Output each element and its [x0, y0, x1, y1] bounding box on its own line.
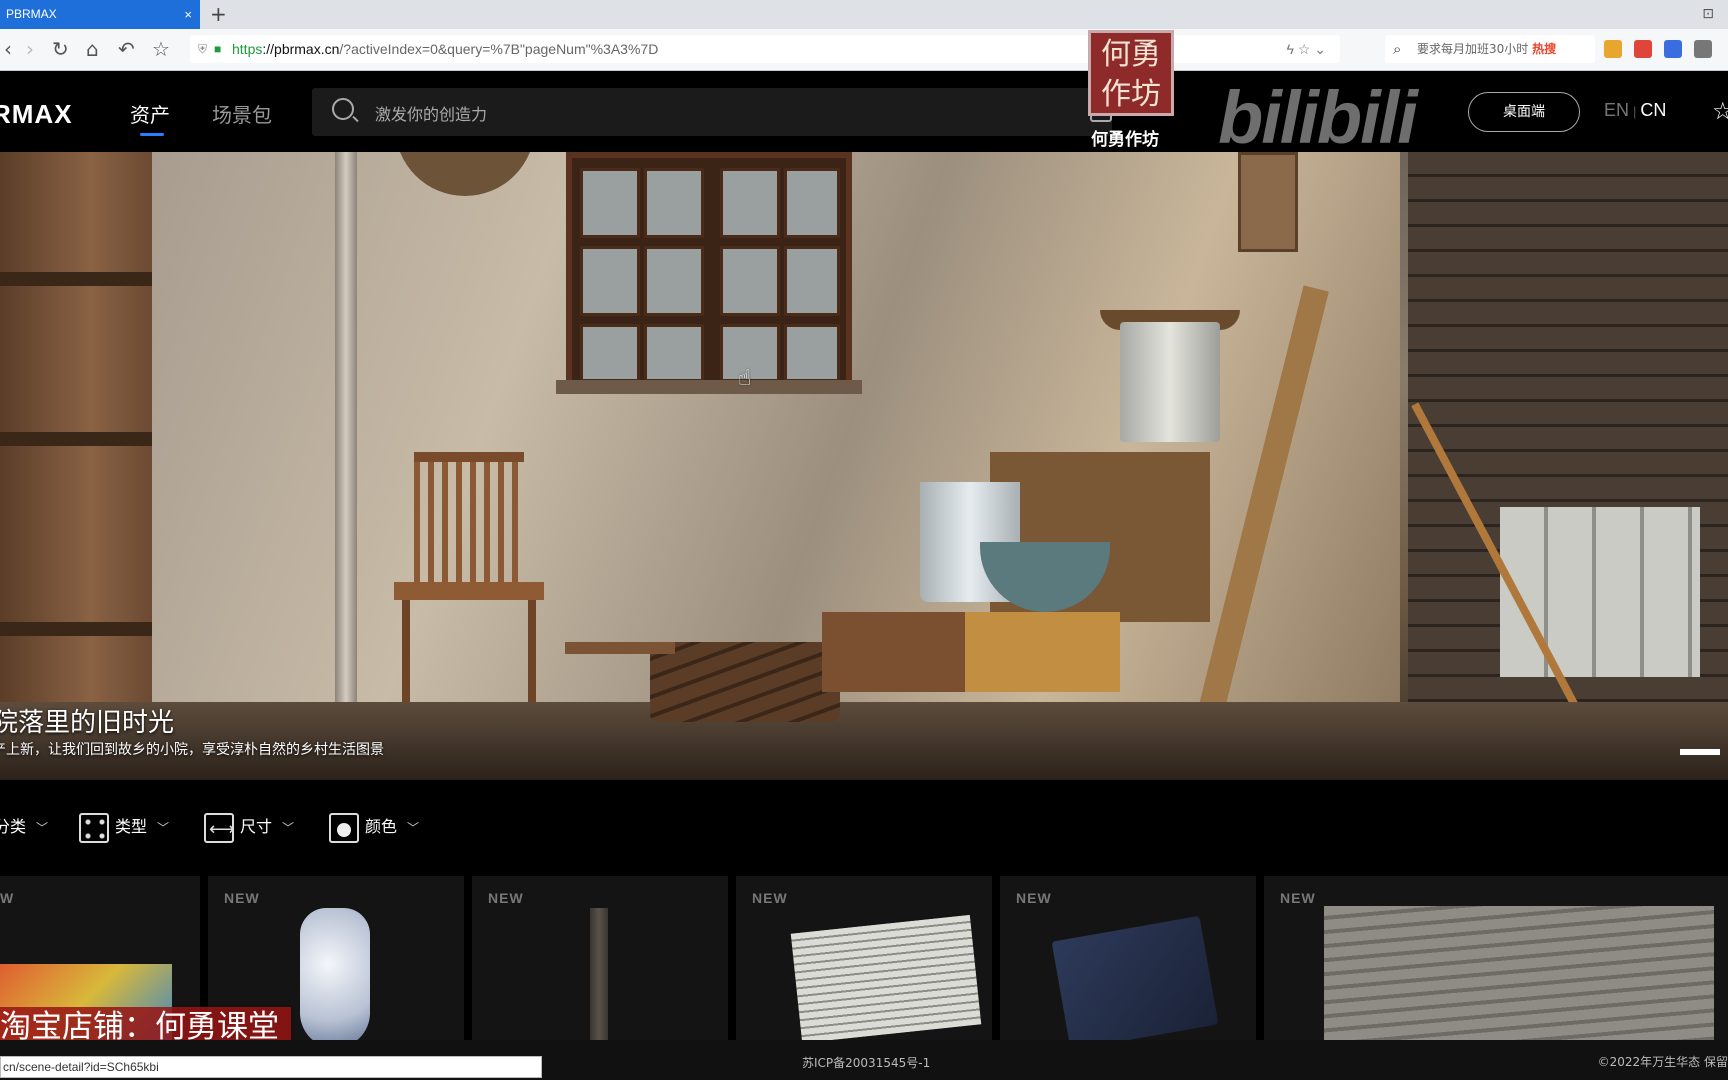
- card-thumbnail: [790, 914, 982, 1040]
- filter-category[interactable]: 分类 ﹀: [0, 810, 48, 844]
- url-host: ://pbrmax.cn: [262, 41, 340, 57]
- card-tag: NEW: [224, 890, 260, 906]
- hero-wood-pile: [650, 642, 840, 722]
- hero-door: [0, 152, 152, 752]
- nav-assets[interactable]: 资产: [130, 99, 170, 128]
- nav-active-indicator: [140, 133, 164, 136]
- chevron-down-icon: ﹀: [36, 821, 49, 835]
- extension-game-icon[interactable]: [1634, 40, 1652, 58]
- asset-card[interactable]: NEW: [472, 876, 728, 1040]
- hot-search-label: 热搜: [1532, 42, 1557, 56]
- undo-icon[interactable]: ↶: [118, 37, 135, 61]
- chevron-down-icon: ﹀: [407, 821, 420, 835]
- url-path: /?activeIndex=0&query=%7B"pageNum"%3A3%7…: [339, 41, 659, 57]
- hero-cardboard-box: [965, 612, 1120, 692]
- asset-card[interactable]: NEW: [736, 876, 992, 1040]
- hero-meter-box: [1238, 152, 1298, 252]
- new-tab-button[interactable]: +: [210, 2, 227, 26]
- lang-separator: |: [1633, 104, 1637, 119]
- color-icon: [329, 812, 359, 843]
- carousel-indicator[interactable]: [1680, 749, 1720, 755]
- card-tag: W: [0, 890, 15, 906]
- hero-stool: [565, 642, 675, 742]
- browser-search-box[interactable]: ⌕ 要求每月加班30小时 热搜: [1385, 35, 1595, 63]
- lock-icon: ■: [214, 42, 222, 56]
- language-switch: EN | CN: [1604, 100, 1666, 121]
- hero-window-sill: [556, 380, 862, 394]
- bilibili-watermark: bilibili: [1218, 76, 1418, 159]
- site-logo[interactable]: RMAX: [0, 99, 73, 130]
- card-tag: NEW: [1016, 890, 1052, 906]
- copyright: ©2022年万生华态 保留: [1597, 1055, 1728, 1069]
- address-actions-icon[interactable]: ϟ ☆ ⌄: [1287, 35, 1326, 63]
- filter-size[interactable]: 尺寸 ﹀: [204, 810, 295, 847]
- extension-arrow-icon[interactable]: [1664, 40, 1682, 58]
- forward-icon[interactable]: ›: [26, 37, 34, 61]
- filter-type-label: 类型: [115, 817, 148, 836]
- extension-scissors-icon[interactable]: [1694, 40, 1712, 58]
- filter-color[interactable]: 颜色 ﹀: [329, 810, 419, 844]
- card-tag: NEW: [752, 890, 788, 906]
- bookmark-star-icon[interactable]: ☆: [152, 37, 170, 61]
- home-icon[interactable]: ⌂: [86, 37, 99, 61]
- tab-close-icon[interactable]: ×: [184, 0, 192, 29]
- search-icon: [332, 98, 354, 120]
- extension-apps-icon[interactable]: [1604, 40, 1622, 58]
- browser-tab[interactable]: PBRMAX ×: [0, 0, 200, 29]
- hero-drum: [1120, 322, 1220, 442]
- card-thumbnail: [300, 908, 370, 1040]
- asset-card[interactable]: NEW: [1264, 876, 1728, 1040]
- hero-stove-tiles: [1500, 507, 1700, 677]
- back-icon[interactable]: ‹: [4, 37, 12, 61]
- filter-category-label: 分类: [0, 817, 27, 836]
- tab-title: PBRMAX: [6, 7, 57, 21]
- hero-banner[interactable]: ☝ 院落里的旧时光 产上新，让我们回到故乡的小院，享受淳朴自然的乡村生活图景: [0, 152, 1728, 780]
- asset-card[interactable]: NEW: [1000, 876, 1256, 1040]
- browser-toolbar: ‹ › ↻ ⌂ ↶ ☆ ⛨ ■ https://pbrmax.cn/?activ…: [0, 29, 1728, 71]
- hero-title: 院落里的旧时光: [0, 708, 175, 738]
- ruler-icon: [204, 812, 235, 847]
- hero-subtitle: 产上新，让我们回到故乡的小院，享受淳朴自然的乡村生活图景: [0, 742, 384, 758]
- watermark-seal: 何勇 作坊: [1088, 30, 1174, 116]
- browser-status-url: cn/scene-detail?id=SCh65kbi: [0, 1056, 542, 1078]
- lang-en[interactable]: EN: [1604, 100, 1629, 120]
- hero-pipe: [335, 152, 357, 712]
- card-thumbnail: [1051, 915, 1219, 1040]
- site-search-bar[interactable]: 激发你的创造力: [312, 88, 1112, 136]
- chevron-down-icon: ﹀: [282, 821, 295, 835]
- shield-icon: ⛨: [198, 42, 208, 56]
- favorites-star-icon[interactable]: ☆: [1712, 97, 1728, 125]
- watermark-caption: 何勇作坊: [1091, 130, 1159, 150]
- tab-menu-icon[interactable]: ⊡: [1702, 6, 1714, 22]
- grid-icon: [79, 812, 109, 843]
- filter-color-label: 颜色: [365, 817, 398, 836]
- filter-size-label: 尺寸: [240, 817, 273, 836]
- lang-cn[interactable]: CN: [1640, 100, 1666, 120]
- desktop-app-button[interactable]: 桌面端: [1468, 92, 1580, 132]
- filter-bar: 分类 ﹀ 类型 ﹀ 尺寸 ﹀ 颜色 ﹀: [0, 780, 1728, 876]
- hero-crate: [822, 612, 974, 692]
- icp-license[interactable]: 苏ICP备20031545号-1: [802, 1054, 930, 1071]
- filter-type[interactable]: 类型 ﹀: [79, 810, 169, 844]
- search-icon: ⌕: [1393, 40, 1402, 58]
- hand-cursor-icon: ☝: [738, 366, 752, 391]
- card-tag: NEW: [1280, 890, 1316, 906]
- url-scheme: https: [232, 41, 263, 57]
- chevron-down-icon: ﹀: [157, 821, 170, 835]
- search-hint: 要求每月加班30小时: [1417, 42, 1529, 56]
- card-thumbnail: [590, 908, 608, 1040]
- nav-scene-packs[interactable]: 场景包: [212, 99, 272, 128]
- card-thumbnail: [1324, 906, 1714, 1040]
- hero-chair: [394, 452, 544, 740]
- browser-tabbar: PBRMAX × + ⊡: [0, 0, 1728, 29]
- reload-icon[interactable]: ↻: [52, 37, 69, 61]
- card-tag: NEW: [488, 890, 524, 906]
- hero-window: [566, 152, 852, 392]
- site-header: RMAX 资产 场景包 激发你的创造力 何勇 作坊 何勇作坊 bilibili 桌…: [0, 30, 1728, 159]
- search-placeholder: 激发你的创造力: [375, 105, 488, 124]
